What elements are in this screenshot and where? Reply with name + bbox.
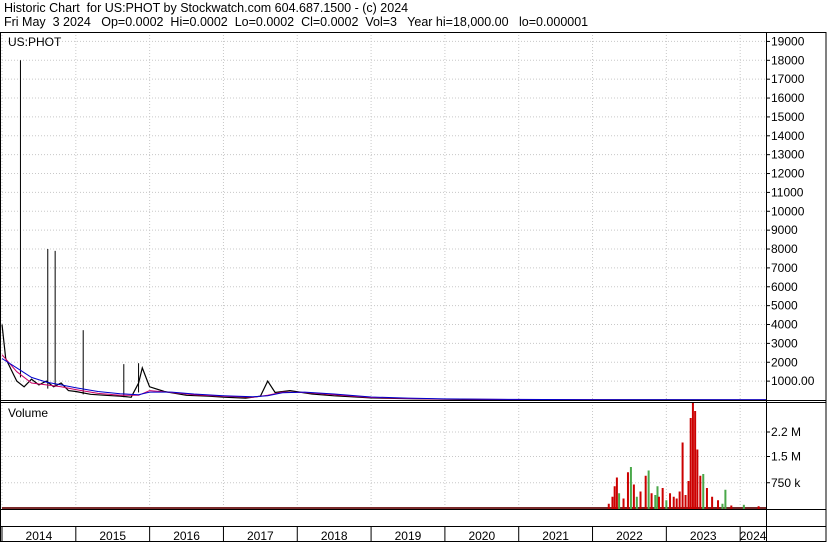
volume-bar <box>757 506 760 509</box>
y-tick-label: 18000 <box>771 53 805 67</box>
volume-bar <box>681 442 684 509</box>
x-tick-label: 2015 <box>99 529 126 543</box>
volume-bar <box>699 475 702 509</box>
volume-bar <box>696 449 699 509</box>
volume-bar <box>669 493 672 509</box>
x-tick-label: 2024 <box>740 529 767 543</box>
volume-bar <box>644 475 647 509</box>
volume-bar <box>705 488 708 509</box>
volume-bar <box>687 481 690 509</box>
volume-bar <box>613 486 616 509</box>
volume-bar <box>730 505 733 509</box>
y-tick-label: 13000 <box>771 148 805 162</box>
y-tick-label: 5000 <box>771 299 798 313</box>
volume-bar <box>654 495 657 509</box>
x-tick-label: 2020 <box>468 529 495 543</box>
x-tick-label: 2018 <box>321 529 348 543</box>
volume-bar <box>661 488 664 509</box>
volume-tick-label: 750 k <box>771 476 801 490</box>
volume-bar <box>694 411 697 509</box>
volume-bar <box>684 495 687 509</box>
volume-bar <box>618 493 621 509</box>
y-tick-label: 10000 <box>771 204 805 218</box>
volume-bar <box>650 493 653 509</box>
y-tick-label: 17000 <box>771 72 805 86</box>
y-tick-label: 15000 <box>771 110 805 124</box>
volume-bar <box>711 496 714 509</box>
y-tick-label: 14000 <box>771 129 805 143</box>
x-tick-label: 2019 <box>395 529 422 543</box>
volume-bar <box>657 496 660 509</box>
x-tick-label: 2023 <box>690 529 717 543</box>
y-tick-label: 6000 <box>771 280 798 294</box>
volume-tick-label: 2.2 M <box>771 425 801 439</box>
y-tick-label: 12000 <box>771 167 805 181</box>
volume-bar <box>607 503 610 509</box>
volume-bar <box>678 491 681 509</box>
grid <box>1 32 766 509</box>
y-tick-label: 11000 <box>771 185 804 199</box>
volume-bar <box>615 477 618 509</box>
price-series-line <box>1 358 767 401</box>
volume-bar <box>629 467 632 509</box>
y-tick-label: 7000 <box>771 261 798 275</box>
x-tick-label: 2021 <box>542 529 569 543</box>
volume-bar <box>702 474 705 509</box>
volume-bar <box>635 496 638 509</box>
volume-bar <box>721 503 724 509</box>
volume-bar <box>626 472 629 509</box>
volume-bar <box>665 500 668 509</box>
volume-bar <box>647 470 650 509</box>
price-panel-title: US:PHOT <box>8 35 62 49</box>
y-tick-label: 19000 <box>771 34 805 48</box>
y-tick-label: 2000 <box>771 355 798 369</box>
volume-bar <box>691 402 694 509</box>
y-tick-label: 16000 <box>771 91 805 105</box>
y-tick-label: 4000 <box>771 318 798 332</box>
volume-bar <box>742 504 745 509</box>
volume-bar <box>632 484 635 509</box>
y-tick-label: 8000 <box>771 242 798 256</box>
volume-plot <box>2 402 766 509</box>
y-tick-label: 3000 <box>771 336 798 350</box>
x-tick-label: 2017 <box>247 529 274 543</box>
volume-bar <box>675 498 678 509</box>
volume-bar <box>622 498 625 509</box>
volume-bar <box>611 496 614 509</box>
volume-bar <box>724 489 727 509</box>
volume-tick-label: 1.5 M <box>771 450 801 464</box>
x-tick-label: 2022 <box>616 529 643 543</box>
x-tick-label: 2016 <box>173 529 200 543</box>
volume-bar <box>639 491 642 509</box>
stock-chart: 2014 2015 2016 2017 2018 2019 2020 2021 2022 2023… <box>0 32 827 543</box>
x-tick-label: 2014 <box>26 529 53 543</box>
y-tick-label: 9000 <box>771 223 798 237</box>
volume-bar <box>689 418 692 509</box>
volume-bar <box>717 500 720 509</box>
volume-bar <box>672 496 675 509</box>
y-tick-label: 1000.00 <box>771 374 815 388</box>
volume-panel-title: Volume <box>8 406 48 420</box>
